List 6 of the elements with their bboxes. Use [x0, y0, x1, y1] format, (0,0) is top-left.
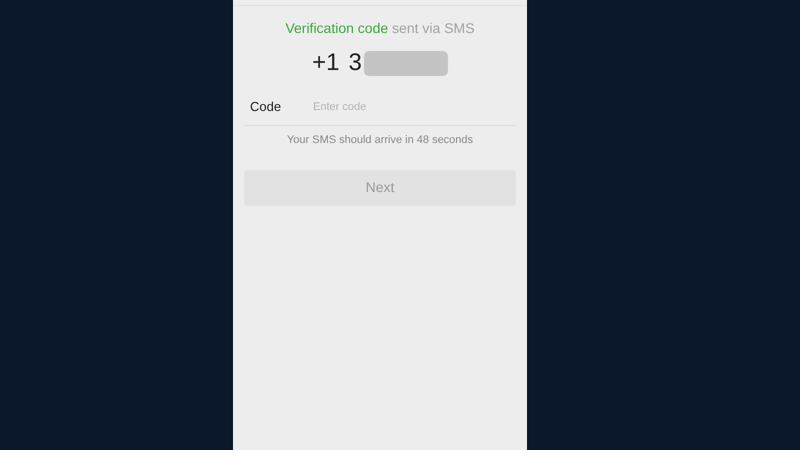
heading: Verification code sent via SMS [285, 19, 475, 38]
country-code: +1 [312, 48, 340, 78]
countdown-text: Your SMS should arrive in 48 seconds [286, 133, 474, 148]
field-label: Code [250, 98, 282, 116]
phone-number: 3 [348, 48, 362, 78]
code-input[interactable]: Enter code [313, 98, 516, 116]
